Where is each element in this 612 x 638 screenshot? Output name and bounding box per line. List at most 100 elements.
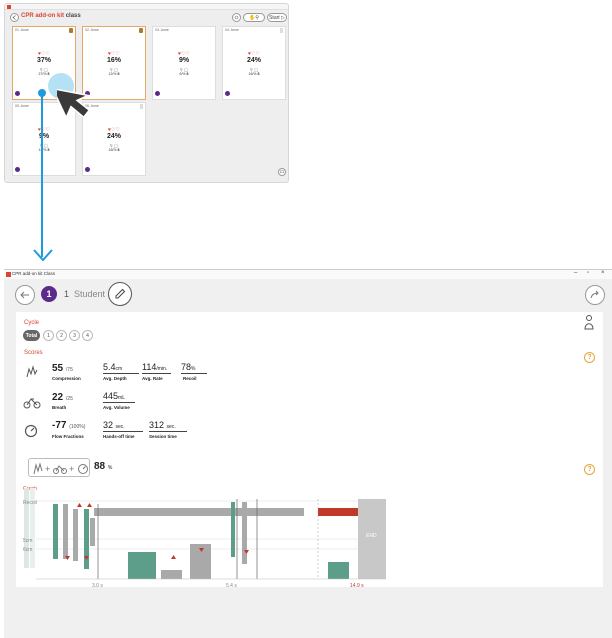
chat-button[interactable] — [278, 168, 286, 176]
avg-rate-label: Avg. Rate — [142, 376, 163, 381]
cycle-tab-1[interactable]: 1 — [43, 330, 54, 341]
x-label: 3.0 s — [92, 583, 103, 589]
card-percent: 9% — [38, 133, 50, 140]
maximize-button[interactable]: ▫ — [587, 270, 589, 276]
avg-depth-label: Avg. Depth — [103, 376, 127, 381]
warn-up-icon — [77, 503, 82, 507]
start-button[interactable]: Start ▷ — [267, 13, 287, 22]
timer-icon — [24, 424, 38, 438]
title-prefix: CPR — [21, 13, 34, 19]
share-icon — [590, 290, 599, 299]
status-dot — [15, 167, 20, 172]
combined-help-icon[interactable]: ? — [584, 464, 595, 475]
class-window-header: CPR add-on kit class ✋ ⚲ Start ▷ — [5, 11, 288, 26]
avg-depth-value: 5.4cm — [103, 362, 139, 374]
card-stats: 12/% 8 — [108, 72, 120, 76]
cycle-tab-total[interactable]: Total — [23, 330, 40, 341]
student-count: 1 — [64, 289, 70, 299]
report-panel: Cycle Total 1 2 3 4 Scores ? 55 /75 Comp… — [16, 312, 603, 589]
session-value: 312 sec. — [149, 420, 187, 432]
avg-volume-value: 445mL — [103, 391, 135, 403]
detail-header: 1 1 Student — [4, 279, 612, 311]
card-stats: 16/% 8 — [108, 148, 120, 152]
x-label-end: 14.9 s — [350, 583, 364, 589]
compression-stroke — [73, 509, 78, 561]
cycle-title: Cycle — [24, 320, 40, 326]
compression-stroke — [242, 502, 247, 564]
pause-bar — [328, 562, 349, 579]
card-name: 01. Anne — [15, 28, 29, 32]
bike-icon: ⚲ — [255, 14, 259, 21]
compression-score: 55 /75 — [52, 363, 73, 374]
card-percent: 37% — [36, 57, 51, 64]
y-label-5cm: 5cm — [23, 538, 32, 544]
flow-label: Flow Fractions — [52, 434, 84, 439]
mode-toggle[interactable]: ✋ ⚲ — [243, 13, 265, 22]
compression-stroke — [231, 502, 235, 557]
cycle-tab-2[interactable]: 2 — [56, 330, 67, 341]
student-card[interactable]: 03. Anne ♥♡♡ 9% ⚲ ◯ 6/% 8 — [152, 26, 216, 100]
card-stats: 14/% 8 — [39, 148, 50, 152]
share-button[interactable] — [585, 285, 605, 305]
svg-text:+: + — [45, 464, 50, 474]
mannequin-icon — [584, 315, 594, 330]
formula-icons: + + — [33, 462, 88, 475]
chat-icon — [280, 170, 284, 173]
warn-up-icon — [171, 555, 176, 559]
warn-up-icon — [87, 503, 92, 507]
breath-label: Breath — [52, 405, 67, 410]
back-button[interactable] — [10, 13, 19, 22]
svg-text:+: + — [69, 464, 74, 474]
app-logo-icon — [7, 5, 11, 9]
edit-button[interactable] — [108, 282, 132, 306]
minimize-button[interactable]: – — [574, 270, 577, 276]
card-name: 03. Anne — [155, 28, 169, 32]
cycle-tab-3[interactable]: 3 — [69, 330, 80, 341]
status-dot — [85, 167, 90, 172]
avg-volume-label: Avg. Volume — [103, 405, 130, 410]
back-button[interactable] — [15, 285, 35, 305]
card-percent: 24% — [106, 133, 121, 140]
detail-window-titlebar: CPR add-on kit Class – ▫ × — [4, 270, 612, 279]
flag-icon — [69, 28, 73, 33]
x-label: 5.4 s — [226, 583, 237, 589]
recoil-value: 78% — [181, 362, 207, 374]
card-name: 02. Anne — [85, 28, 99, 32]
gear-icon — [234, 15, 239, 20]
card-name: 04. Anne — [225, 28, 239, 32]
class-window-titlebar — [5, 4, 288, 10]
status-dot — [155, 91, 160, 96]
card-percent: 24% — [246, 57, 261, 64]
pause-bar — [128, 552, 156, 579]
compression-stroke — [53, 504, 58, 559]
compression-stroke — [90, 518, 95, 546]
detail-footer — [4, 590, 612, 638]
y-label-6cm: 6cm — [23, 547, 32, 553]
hands-off-label: Hands-off time — [103, 434, 135, 439]
compression-label: Compression — [52, 376, 81, 381]
arrow-left-icon — [20, 291, 29, 299]
breath-bike-icon — [23, 398, 41, 409]
scores-title: Scores — [24, 350, 43, 356]
combined-formula: + + — [28, 458, 90, 477]
card-percent: 16% — [106, 57, 121, 64]
flag-icon — [139, 28, 143, 33]
student-card[interactable]: 04. Anne ♥♡♡ 24% ⚲ ◯ 16/% 8 — [222, 26, 286, 100]
pencil-icon — [115, 288, 126, 299]
compression-hands-icon — [26, 365, 38, 378]
class-overview-window: CPR add-on kit class ✋ ⚲ Start ▷ 01. Anne… — [4, 3, 289, 183]
recoil-label: Recoil — [183, 376, 197, 381]
session-label: Session time — [149, 434, 177, 439]
card-stats: 6/% 8 — [179, 72, 189, 76]
pause-bar — [161, 570, 182, 579]
close-button[interactable]: × — [601, 270, 605, 276]
cycle-tab-4[interactable]: 4 — [82, 330, 93, 341]
scores-help-icon[interactable]: ? — [584, 352, 595, 363]
status-dot — [225, 91, 230, 96]
breath-score: 22 /25 — [52, 392, 73, 403]
recoil-band — [94, 508, 304, 516]
status-dot — [15, 91, 20, 96]
student-label: Student — [74, 289, 106, 299]
settings-button[interactable] — [232, 13, 241, 22]
recoil-band-fail — [318, 508, 358, 516]
